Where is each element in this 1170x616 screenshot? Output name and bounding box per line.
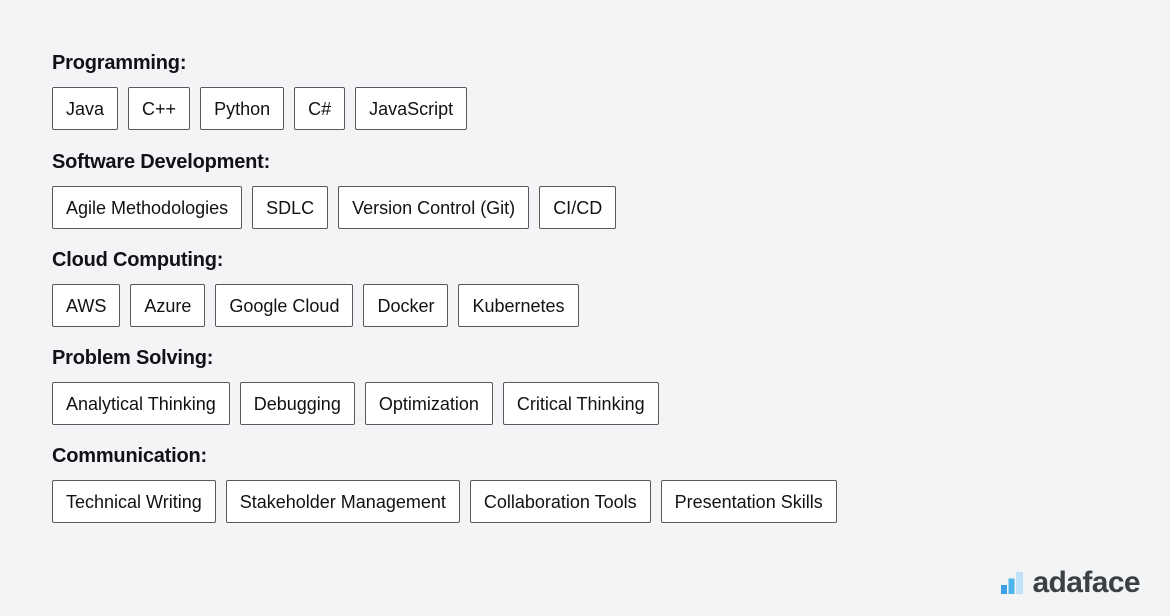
skill-chip: Version Control (Git) [338, 186, 530, 229]
section-heading: Cloud Computing: [52, 249, 224, 271]
skill-chip: Agile Methodologies [52, 186, 243, 229]
skill-chip-row: Technical Writing Stakeholder Management… [52, 480, 1170, 523]
skill-chip: Java [52, 87, 119, 130]
skill-chip-row: Analytical Thinking Debugging Optimizati… [52, 382, 1170, 425]
skill-chip: Presentation Skills [660, 480, 837, 523]
skill-chip: Debugging [239, 382, 355, 425]
section-heading: Programming: [52, 52, 187, 74]
adaface-wordmark: adaface [1032, 566, 1140, 599]
skill-chip: Optimization [364, 382, 493, 425]
skill-chip: Technical Writing [52, 480, 216, 523]
skill-chip: SDLC [252, 186, 329, 229]
skill-chip: JavaScript [355, 87, 468, 130]
section-heading: Problem Solving: [52, 347, 214, 369]
skill-chip: CI/CD [539, 186, 617, 229]
skill-chip: C# [294, 87, 346, 130]
section-heading: Communication: [52, 445, 207, 467]
skill-section-problem-solving: Problem Solving: Analytical Thinking Deb… [52, 347, 1170, 425]
skill-chip: Analytical Thinking [52, 382, 230, 425]
skill-chip: AWS [52, 284, 121, 327]
skill-chip: Stakeholder Management [225, 480, 460, 523]
skill-chip: Docker [363, 284, 449, 327]
skill-chip: Collaboration Tools [469, 480, 651, 523]
skill-chip-row: AWS Azure Google Cloud Docker Kubernetes [52, 284, 1170, 327]
skill-section-communication: Communication: Technical Writing Stakeho… [52, 445, 1170, 523]
skill-section-cloud-computing: Cloud Computing: AWS Azure Google Cloud … [52, 249, 1170, 327]
skill-chip-row: Java C++ Python C# JavaScript [52, 87, 1170, 130]
adaface-logo: adaface [1001, 566, 1141, 599]
skill-section-software-development: Software Development: Agile Methodologie… [52, 151, 1170, 229]
skill-chip: Critical Thinking [502, 382, 659, 425]
bar-chart-icon [1001, 572, 1024, 594]
section-heading: Software Development: [52, 151, 271, 173]
skill-chip-row: Agile Methodologies SDLC Version Control… [52, 186, 1170, 229]
skill-chip: Python [200, 87, 285, 130]
skill-chip: C++ [128, 87, 191, 130]
skill-chip: Kubernetes [458, 284, 579, 327]
skill-section-programming: Programming: Java C++ Python C# JavaScri… [52, 52, 1170, 130]
skills-page: Programming: Java C++ Python C# JavaScri… [0, 0, 1170, 616]
skill-chip: Google Cloud [215, 284, 354, 327]
skill-chip: Azure [130, 284, 206, 327]
